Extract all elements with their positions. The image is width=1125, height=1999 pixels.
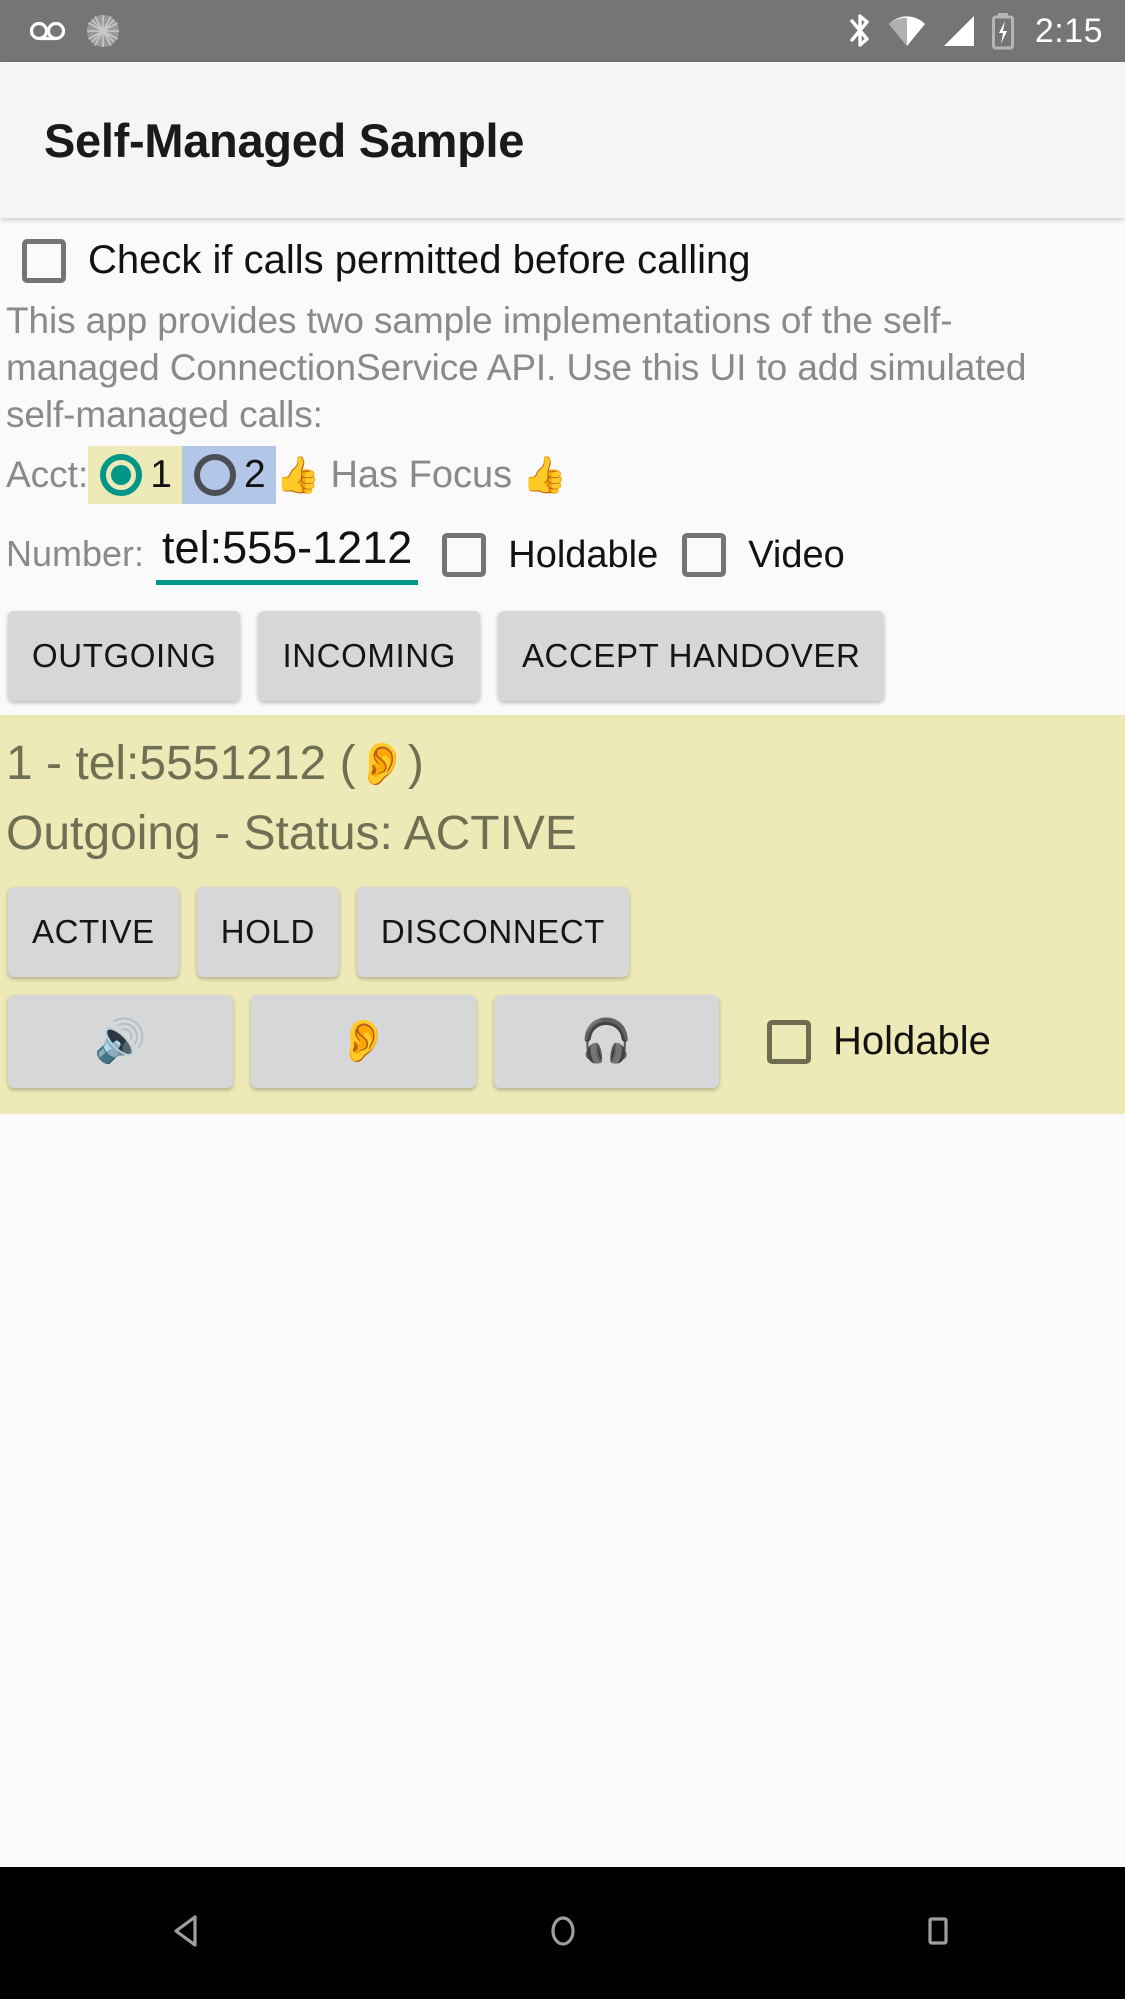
navigation-bar xyxy=(0,1867,1125,1999)
video-checkbox[interactable] xyxy=(682,533,727,577)
thumbs-up-icon: 👍 xyxy=(275,454,321,495)
hold-button[interactable]: HOLD xyxy=(196,887,339,977)
call-identity-line: 1 - tel:5551212 ( 👂 ) xyxy=(0,729,1125,799)
battery-charging-icon xyxy=(991,12,1015,50)
call-identity-prefix: 1 - tel:5551212 ( xyxy=(6,737,356,790)
incoming-button[interactable]: INCOMING xyxy=(258,611,480,701)
number-row: Number: tel:555-1212 Holdable Video xyxy=(0,508,1125,595)
wifi-icon xyxy=(887,14,927,48)
call-audio-route-buttons: 🔊 👂 🎧 Holdable xyxy=(0,977,1125,1088)
voicemail-icon xyxy=(30,18,66,44)
holdable-checkbox[interactable] xyxy=(442,533,487,577)
page-title: Self-Managed Sample xyxy=(44,113,525,167)
home-button[interactable] xyxy=(503,1867,623,1999)
back-icon xyxy=(165,1908,211,1959)
call-card: 1 - tel:5551212 ( 👂 ) Outgoing - Status:… xyxy=(0,715,1125,1114)
earpiece-button[interactable]: 👂 xyxy=(251,995,476,1088)
android-screen: 2:15 Self-Managed Sample Check if calls … xyxy=(0,0,1125,1999)
call-action-buttons: OUTGOING INCOMING ACCEPT HANDOVER xyxy=(0,595,1125,715)
speaker-button[interactable]: 🔊 xyxy=(8,995,233,1088)
holdable-row[interactable]: Holdable xyxy=(442,533,658,585)
video-row[interactable]: Video xyxy=(682,533,845,585)
holdable-label: Holdable xyxy=(508,533,659,576)
number-label: Number: xyxy=(6,533,145,574)
description-text: This app provides two sample implementat… xyxy=(6,300,1027,435)
thumbs-up-icon-2: 👍 xyxy=(522,454,567,495)
home-icon xyxy=(540,1908,586,1959)
call-holdable-checkbox[interactable] xyxy=(767,1019,811,1064)
call-holdable-row[interactable]: Holdable xyxy=(767,1019,991,1064)
recents-button[interactable] xyxy=(878,1867,998,1999)
account-radio-1[interactable]: 1 xyxy=(88,446,182,504)
number-input-value: tel:555-1212 xyxy=(162,522,413,573)
check-permitted-label: Check if calls permitted before calling xyxy=(88,238,751,282)
active-button[interactable]: ACTIVE xyxy=(8,887,179,977)
check-permitted-row[interactable]: Check if calls permitted before calling xyxy=(0,218,1125,297)
account-radio-2-label: 2 xyxy=(243,453,266,496)
outgoing-button[interactable]: OUTGOING xyxy=(8,611,241,701)
status-bar: 2:15 xyxy=(0,0,1125,62)
disconnect-button[interactable]: DISCONNECT xyxy=(356,887,630,977)
status-bar-right-icons: 2:15 xyxy=(847,11,1103,51)
number-input[interactable]: tel:555-1212 xyxy=(156,522,419,585)
video-label: Video xyxy=(748,533,845,576)
bluetooth-icon xyxy=(847,11,873,51)
call-holdable-label: Holdable xyxy=(833,1019,991,1063)
status-bar-clock: 2:15 xyxy=(1034,11,1103,50)
call-identity-suffix: ) xyxy=(407,737,424,790)
earpiece-route-icon: 👂 xyxy=(355,740,408,787)
account-radio-2[interactable]: 2 xyxy=(181,446,276,504)
check-permitted-checkbox[interactable] xyxy=(22,238,66,283)
has-focus-label: Has Focus xyxy=(330,453,513,496)
call-state-buttons: ACTIVE HOLD DISCONNECT xyxy=(0,869,1125,977)
radio-unselected-icon xyxy=(193,454,236,496)
app-bar: Self-Managed Sample xyxy=(0,62,1125,218)
radio-selected-icon xyxy=(100,454,143,496)
accept-handover-button[interactable]: ACCEPT HANDOVER xyxy=(497,611,885,701)
recents-icon xyxy=(915,1908,961,1959)
sync-spinner-icon xyxy=(84,12,122,50)
account-label: Acct: xyxy=(6,454,89,495)
back-button[interactable] xyxy=(128,1867,248,1999)
cell-signal-icon xyxy=(941,14,977,48)
call-status-line: Outgoing - Status: ACTIVE xyxy=(6,807,577,860)
account-selector-row: Acct: 1 2 👍 Has Focus 👍 xyxy=(0,438,1125,508)
status-bar-left-icons xyxy=(30,12,122,50)
main-content: Check if calls permitted before calling … xyxy=(0,218,1125,1114)
account-radio-1-label: 1 xyxy=(150,453,172,496)
headset-button[interactable]: 🎧 xyxy=(494,995,719,1088)
